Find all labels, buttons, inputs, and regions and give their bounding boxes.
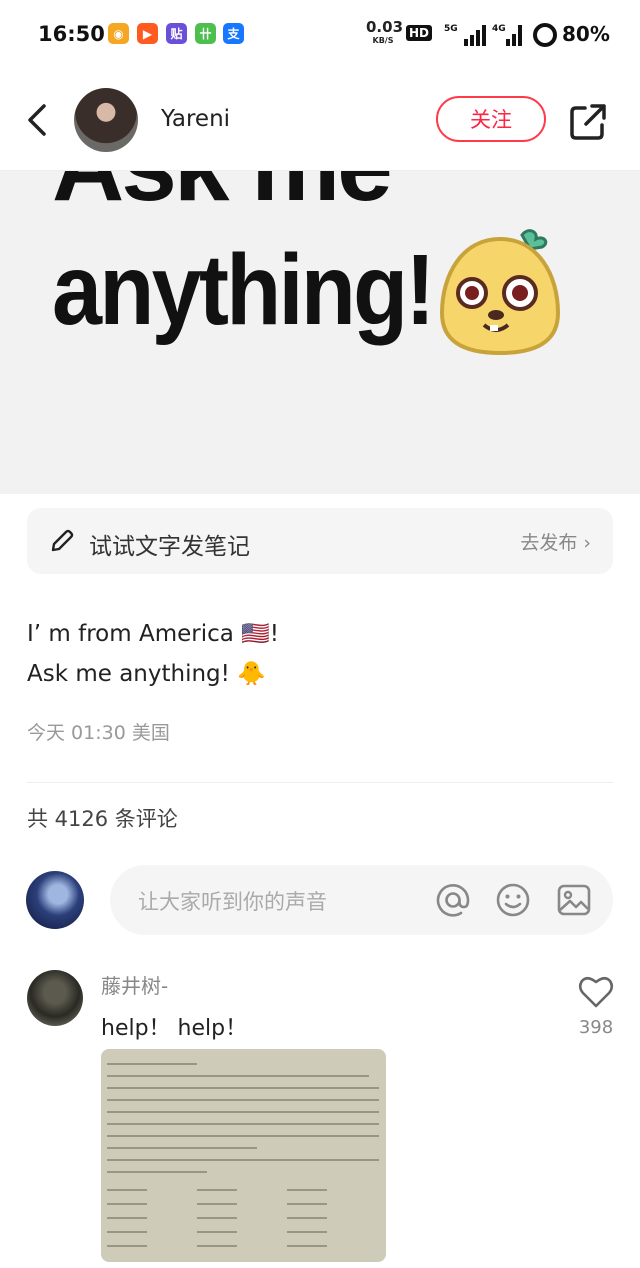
my-avatar bbox=[26, 871, 84, 929]
hero-text-line1: Ask me bbox=[52, 171, 393, 224]
weibo-icon: ◉ bbox=[108, 23, 129, 44]
post-image[interactable]: Ask me anything! bbox=[0, 171, 640, 494]
post-header: Yareni 关注 bbox=[0, 70, 640, 171]
tieba-icon: 贴 bbox=[166, 23, 187, 44]
battery-icon bbox=[533, 23, 557, 47]
commenter-avatar[interactable] bbox=[27, 970, 83, 1026]
signal-5g-icon: 5G bbox=[444, 24, 486, 46]
hero-text-line2: anything! bbox=[52, 234, 435, 346]
heart-icon[interactable] bbox=[578, 975, 614, 1009]
signal-4g-icon: 4G bbox=[492, 24, 522, 46]
divider bbox=[27, 782, 613, 783]
write-note-label: 试试文字发笔记 bbox=[89, 534, 250, 560]
post-line: I’ m from America 🇺🇸! bbox=[27, 621, 280, 647]
pencil-icon bbox=[51, 529, 74, 552]
follow-button[interactable]: 关注 bbox=[436, 96, 546, 142]
shopping-icon: 卄 bbox=[195, 23, 216, 44]
post-line: Ask me anything! 🐥 bbox=[27, 661, 266, 687]
write-text-note-bar[interactable]: 试试文字发笔记 去发布 › bbox=[27, 508, 613, 574]
emoji-icon[interactable] bbox=[494, 881, 532, 919]
network-speed: 0.03 KB/S bbox=[366, 18, 404, 46]
post-meta: 今天 01:30 美国 bbox=[27, 722, 170, 744]
alipay-icon: 支 bbox=[223, 23, 244, 44]
image-icon[interactable] bbox=[555, 881, 593, 919]
comment-input-placeholder: 让大家听到你的声音 bbox=[138, 890, 327, 914]
hd-badge: HD bbox=[406, 25, 433, 41]
status-bar: 16:50 ◉ ▶ 贴 卄 支 0.03 KB/S HD 5G 4G 80% bbox=[0, 0, 640, 70]
comment-count: 共 4126 条评论 bbox=[27, 807, 178, 831]
mention-icon[interactable] bbox=[434, 881, 472, 919]
clock: 16:50 bbox=[38, 22, 105, 46]
back-arrow-icon[interactable] bbox=[22, 100, 62, 140]
chick-mascot-emoji bbox=[439, 229, 561, 356]
author-avatar[interactable] bbox=[74, 88, 138, 152]
comment-input[interactable]: 让大家听到你的声音 bbox=[110, 865, 613, 935]
video-app-icon: ▶ bbox=[137, 23, 158, 44]
like-count: 398 bbox=[578, 1017, 614, 1038]
svg-text:5G: 5G bbox=[444, 24, 458, 34]
share-icon[interactable] bbox=[568, 102, 608, 142]
comment-attached-photo[interactable] bbox=[101, 1049, 386, 1262]
battery-percent: 80% bbox=[562, 22, 610, 46]
go-publish-link[interactable]: 去发布 › bbox=[520, 528, 591, 555]
commenter-name[interactable]: 藤井树- bbox=[101, 970, 168, 999]
svg-text:4G: 4G bbox=[492, 24, 506, 34]
comment-text: help！ help！ bbox=[101, 1016, 248, 1041]
post-content: I’ m from America 🇺🇸! Ask me anything! 🐥 bbox=[27, 614, 279, 694]
author-name[interactable]: Yareni bbox=[161, 106, 230, 132]
